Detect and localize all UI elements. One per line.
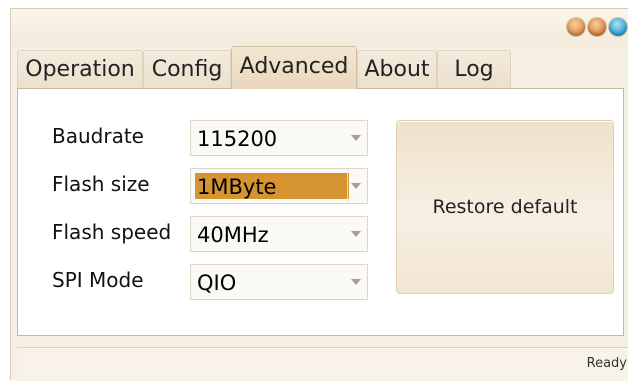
spi-mode-value: QIO [197, 271, 237, 295]
combo-divider [347, 169, 348, 203]
tab-about[interactable]: About [357, 50, 437, 88]
tab-advanced[interactable]: Advanced [231, 46, 357, 89]
baudrate-value: 115200 [197, 127, 278, 151]
spi-mode-select[interactable]: QIO [190, 264, 368, 300]
app-window: Operation Config Advanced About Log Baud… [10, 8, 628, 381]
minimize-icon[interactable] [567, 18, 585, 36]
maximize-icon[interactable] [588, 18, 606, 36]
status-bar: Ready [17, 347, 628, 381]
tab-config[interactable]: Config [143, 50, 231, 88]
advanced-panel: Baudrate 115200 Flash size 1MByte Flash … [17, 88, 624, 336]
flash-size-label: Flash size [52, 172, 150, 196]
flash-speed-label: Flash speed [52, 220, 172, 244]
chevron-down-icon [351, 231, 361, 237]
flash-speed-value: 40MHz [197, 223, 269, 247]
title-bar [11, 9, 628, 47]
tab-operation[interactable]: Operation [17, 50, 143, 88]
close-icon[interactable] [609, 18, 627, 36]
chevron-down-icon [351, 135, 361, 141]
flash-size-select[interactable]: 1MByte [190, 168, 368, 204]
flash-size-value: 1MByte [195, 173, 349, 199]
restore-default-button[interactable]: Restore default [396, 120, 614, 294]
flash-speed-select[interactable]: 40MHz [190, 216, 368, 252]
window-controls [567, 18, 627, 36]
tab-log[interactable]: Log [437, 50, 511, 88]
baudrate-select[interactable]: 115200 [190, 120, 368, 156]
chevron-down-icon [351, 279, 361, 285]
spi-mode-label: SPI Mode [52, 268, 144, 292]
chevron-down-icon [351, 183, 361, 189]
status-text: Ready [586, 356, 627, 371]
baudrate-label: Baudrate [52, 124, 144, 148]
